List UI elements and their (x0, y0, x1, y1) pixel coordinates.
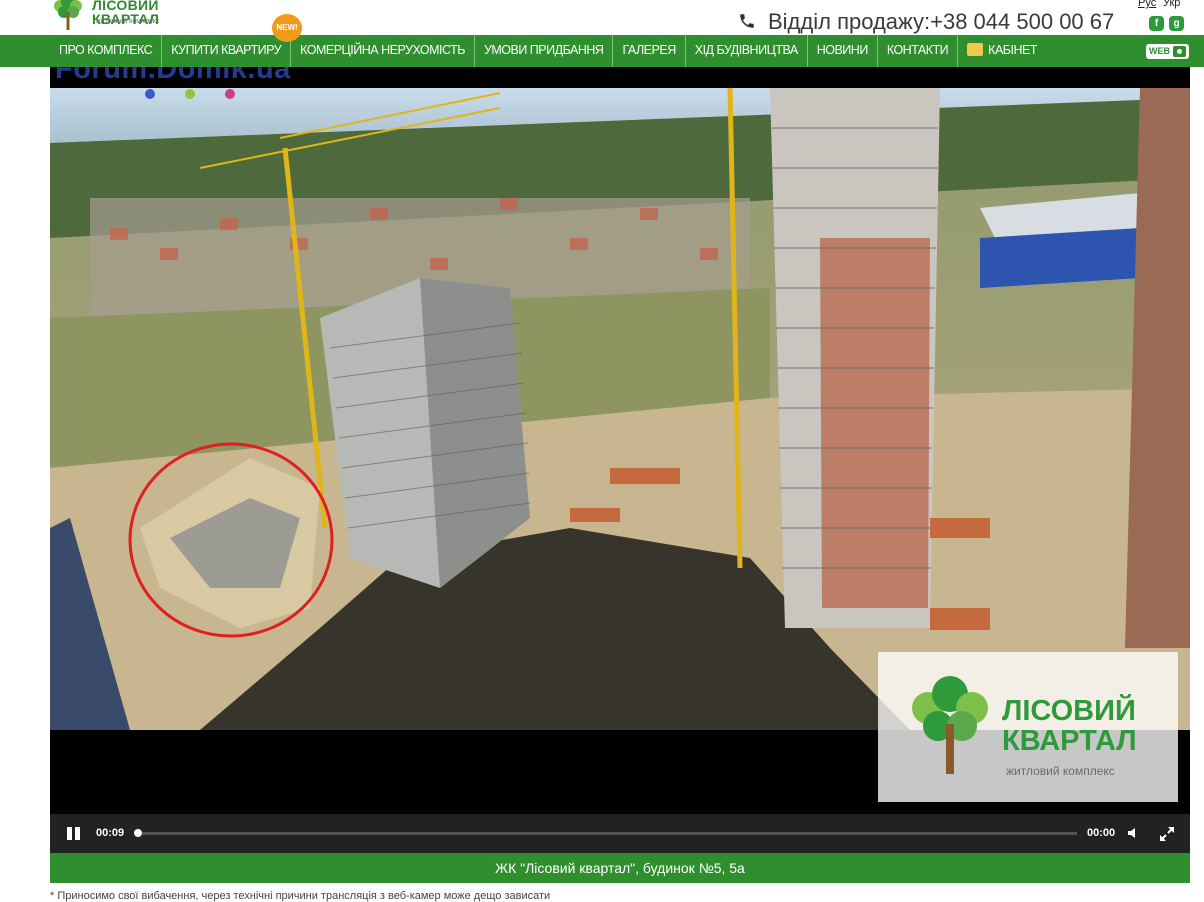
facebook-icon[interactable]: f (1149, 16, 1164, 31)
video-logo-overlay: ЛІСОВИЙ КВАРТАЛ житловий комплекс (878, 652, 1178, 802)
nav-item-news[interactable]: НОВИНИ (808, 35, 878, 67)
watermark-dots-icon (145, 89, 235, 99)
overlay-logo-name: ЛІСОВИЙ КВАРТАЛ (1002, 696, 1137, 756)
main-nav: ПРО КОМПЛЕКС КУПИТИ КВАРТИРУ КОМЕРЦІЙНА … (0, 35, 1204, 67)
lang-uk-link[interactable]: Укр (1163, 0, 1180, 9)
current-time: 00:09 (96, 827, 125, 839)
webcam-button[interactable]: WEB (1146, 44, 1189, 59)
tree-logo-icon (54, 0, 82, 30)
nav-item-commercial[interactable]: КОМЕРЦІЙНА НЕРУХОМІСТЬ (291, 35, 475, 67)
sales-phone[interactable]: Відділ продажу:+38 044 500 00 67 (768, 9, 1114, 35)
header: ЛІСОВИЙ КВАРТАЛ житловий комплекс Рус Ук… (0, 0, 1204, 35)
nav-item-contacts[interactable]: КОНТАКТИ (878, 35, 959, 67)
overlay-logo-line2: КВАРТАЛ (1002, 725, 1137, 757)
end-time: 00:00 (1087, 827, 1116, 839)
fullscreen-icon[interactable] (1160, 827, 1174, 841)
nav-item-about[interactable]: ПРО КОМПЛЕКС (50, 35, 163, 67)
webcam-video-player[interactable]: Forum.Domik.ua ЛІСОВИЙ КВАРТАЛ житловий … (50, 67, 1190, 853)
nav-item-gallery[interactable]: ГАЛЕРЕЯ (613, 35, 686, 67)
tree-logo-icon (912, 676, 988, 774)
phone-icon (740, 14, 754, 28)
webcam-button-label: WEB (1149, 46, 1170, 56)
new-badge: NEW! (272, 14, 302, 42)
nav-items: ПРО КОМПЛЕКС КУПИТИ КВАРТИРУ КОМЕРЦІЙНА … (50, 35, 1046, 67)
pause-icon[interactable] (67, 827, 81, 840)
footnote: * Приносимо свої вибачення, через техніч… (50, 890, 551, 902)
construction-site-frame (50, 88, 1190, 730)
overlay-logo-line1: ЛІСОВИЙ (1002, 695, 1136, 727)
cabinet-icon (967, 43, 984, 56)
nav-item-construction-progress[interactable]: ХІД БУДІВНИЦТВА (686, 35, 808, 67)
google-plus-icon[interactable]: g (1169, 16, 1184, 31)
video-caption: ЖК "Лісовий квартал", будинок №5, 5а (50, 853, 1190, 883)
lang-ru-link[interactable]: Рус (1138, 0, 1156, 9)
video-controls: 00:09 00:00 (50, 814, 1190, 853)
nav-item-purchase-terms[interactable]: УМОВИ ПРИДБАННЯ (475, 35, 614, 67)
progress-knob[interactable] (134, 829, 142, 837)
site-logo[interactable]: ЛІСОВИЙ КВАРТАЛ житловий комплекс (50, 0, 165, 34)
progress-track[interactable] (138, 832, 1077, 835)
volume-icon[interactable] (1128, 827, 1140, 839)
camera-icon (1173, 46, 1186, 57)
nav-item-cabinet[interactable]: КАБІНЕТ (958, 35, 1046, 67)
logo-tagline: житловий комплекс (96, 18, 160, 25)
forum-watermark: Forum.Domik.ua (55, 67, 291, 85)
nav-item-buy-apartment[interactable]: КУПИТИ КВАРТИРУ (162, 35, 292, 67)
overlay-logo-tagline: житловий комплекс (1006, 764, 1115, 778)
nav-item-cabinet-label: КАБІНЕТ (988, 43, 1037, 57)
